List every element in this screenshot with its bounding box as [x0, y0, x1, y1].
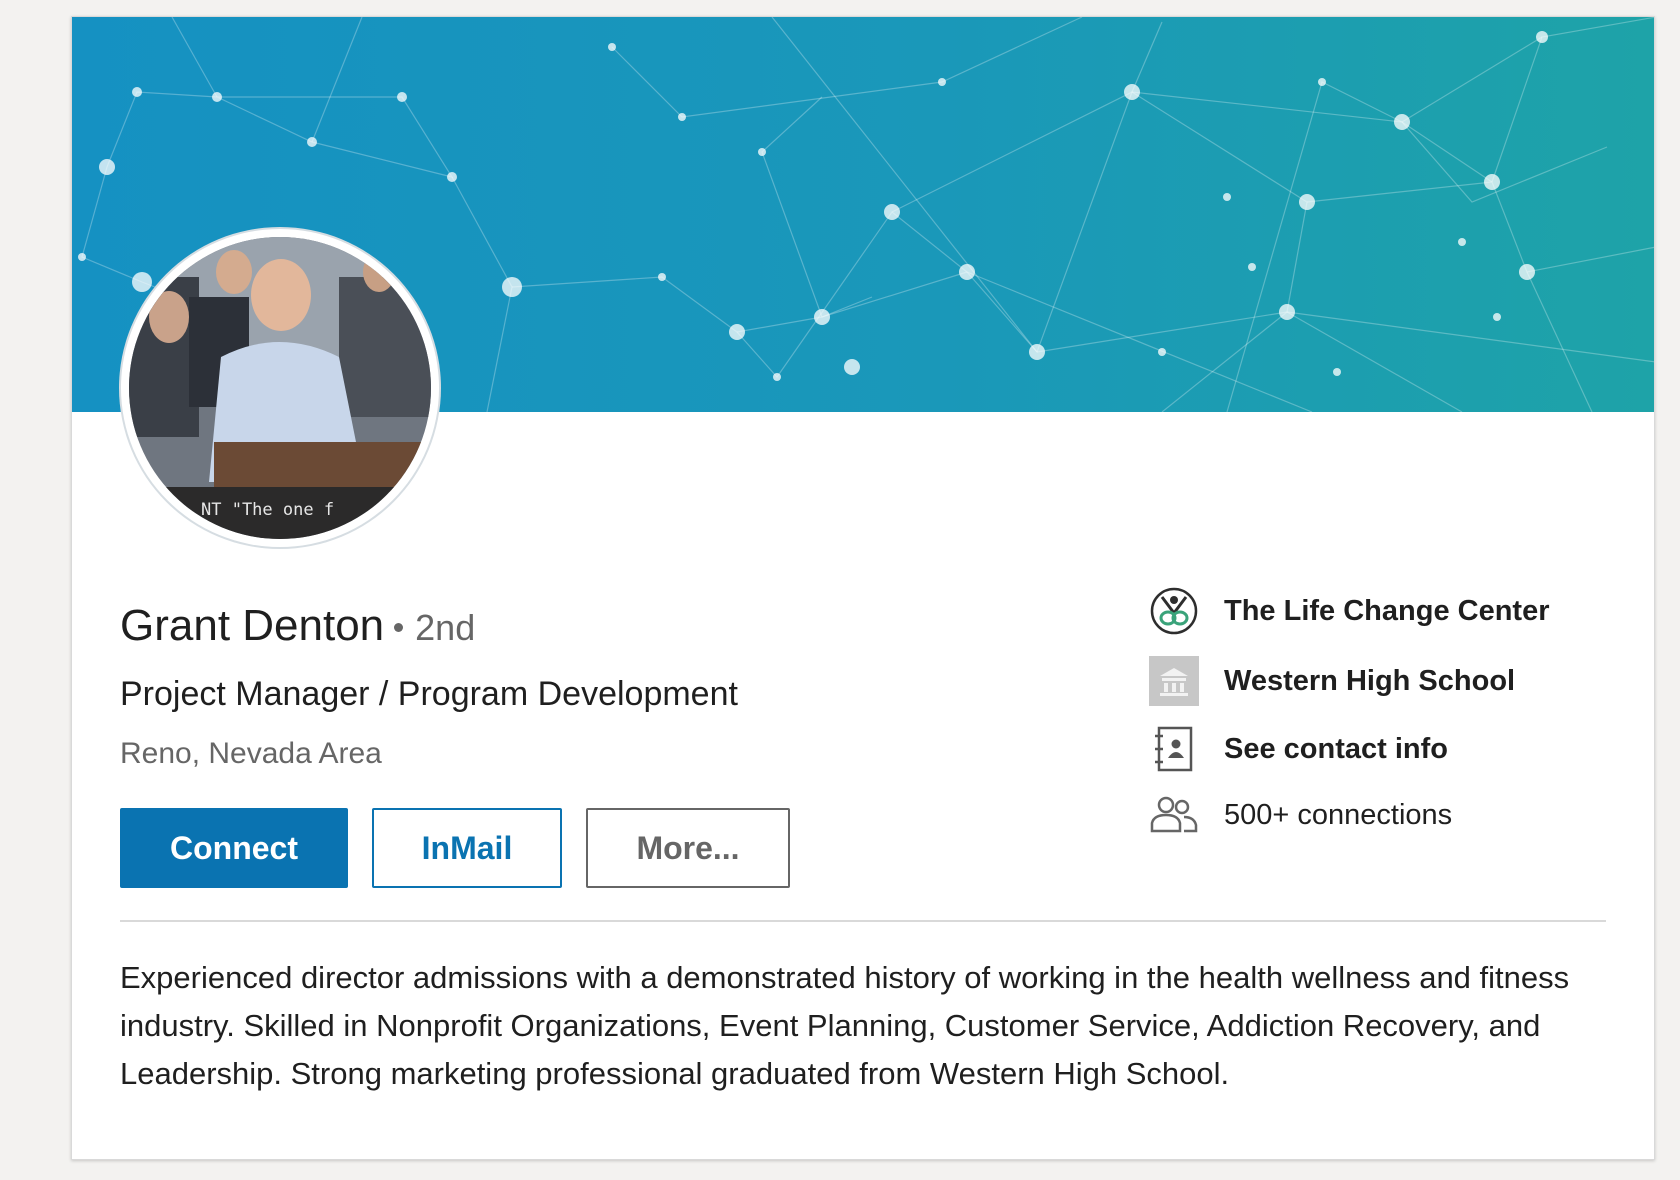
profile-name: Grant Denton	[120, 601, 385, 650]
degree-dot-icon	[394, 623, 404, 632]
sidebar-item-company[interactable]: The Life Change Center	[1148, 585, 1550, 637]
company-label: The Life Change Center	[1224, 594, 1550, 627]
avatar-caption: NT "The one f	[201, 500, 334, 520]
connection-degree: 2nd	[394, 607, 475, 649]
connections-count[interactable]: 500+ connections	[1224, 799, 1452, 832]
avatar-photo: NT "The one f	[129, 237, 431, 539]
profile-location: Reno, Nevada Area	[120, 737, 382, 770]
more-button[interactable]: More...	[586, 808, 790, 888]
inmail-button[interactable]: InMail	[372, 808, 562, 888]
profile-avatar[interactable]: NT "The one f	[121, 229, 439, 547]
people-icon	[1148, 789, 1200, 841]
sidebar-item-school[interactable]: Western High School	[1148, 655, 1515, 707]
life-change-center-logo-icon	[1148, 585, 1200, 637]
sidebar-item-connections[interactable]: 500+ connections	[1148, 789, 1452, 841]
school-label: Western High School	[1224, 664, 1516, 697]
contact-card-icon	[1148, 723, 1200, 775]
connect-button[interactable]: Connect	[120, 808, 348, 888]
profile-headline: Project Manager / Program Development	[120, 675, 738, 713]
section-divider	[120, 920, 1606, 922]
degree-label: 2nd	[415, 607, 476, 648]
contact-info-link[interactable]: See contact info	[1224, 733, 1448, 766]
profile-summary: Experienced director admissions with a d…	[120, 960, 1570, 1091]
sidebar-item-contact-info[interactable]: See contact info	[1148, 723, 1448, 775]
profile-card: NT "The one f Grant Denton 2nd Project M…	[71, 16, 1655, 1160]
name-row: Grant Denton 2nd	[120, 601, 475, 651]
school-building-icon	[1148, 655, 1200, 707]
